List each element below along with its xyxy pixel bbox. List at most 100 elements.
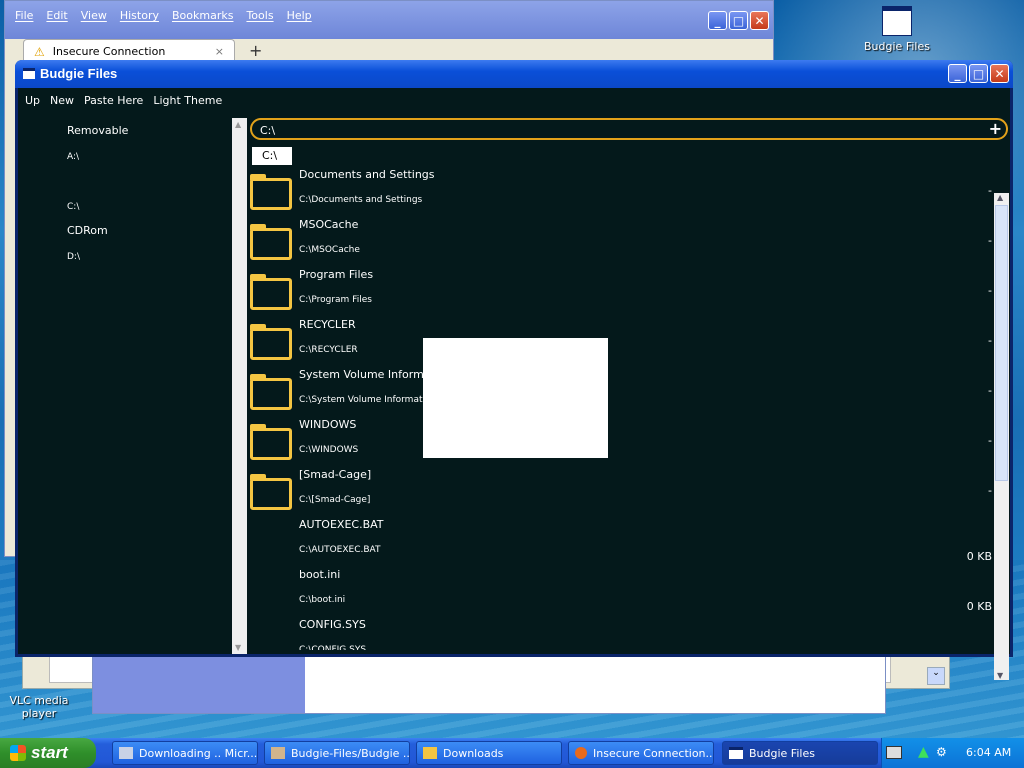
window-icon <box>271 747 285 759</box>
sidebar-item-removable[interactable]: Removable <box>67 124 128 137</box>
paste-here-button[interactable]: Paste Here <box>84 94 143 107</box>
taskbar-item-downloading[interactable]: Downloading .. Micr... <box>112 741 258 765</box>
system-tray: ▲ ⚙ 6:04 AM <box>881 738 1024 768</box>
file-path: C:\boot.ini <box>299 595 346 605</box>
file-row[interactable]: boot.ini C:\boot.ini 0 KB <box>250 568 992 618</box>
file-name: MSOCache <box>299 218 359 231</box>
scroll-down-icon[interactable]: ▼ <box>235 643 241 652</box>
maximize-button[interactable]: □ <box>969 64 988 83</box>
warning-icon: ⚠ <box>34 44 45 59</box>
sidebar-scrollbar[interactable]: ▲ ▼ <box>232 118 247 654</box>
browser-close-button[interactable]: ✕ <box>750 11 769 30</box>
sidebar-item-path[interactable]: A:\ <box>67 152 79 162</box>
file-size: - <box>988 284 992 297</box>
file-row[interactable]: WINDOWS C:\WINDOWS - <box>250 418 992 468</box>
download-icon <box>119 747 133 759</box>
file-path: C:\AUTOEXEC.BAT <box>299 545 381 555</box>
file-name: Documents and Settings <box>299 168 435 181</box>
file-name: boot.ini <box>299 568 341 581</box>
tab-close-icon[interactable]: × <box>215 45 224 58</box>
browser-minimize-button[interactable]: _ <box>708 11 727 30</box>
scrollbar-thumb[interactable] <box>995 205 1008 481</box>
sidebar-item-path[interactable]: D:\ <box>67 252 80 262</box>
toolbar: Up New Paste Here Light Theme <box>18 88 1010 112</box>
network-icon[interactable]: ▲ <box>918 744 929 760</box>
path-bar: + <box>250 118 1008 140</box>
browser-tab-title: Insecure Connection <box>52 45 166 58</box>
folder-icon <box>250 474 292 510</box>
menu-help[interactable]: Help <box>287 9 312 22</box>
file-path: C:\MSOCache <box>299 245 360 255</box>
taskbar-item-budgie-files-repo[interactable]: Budgie-Files/Budgie ... <box>264 741 410 765</box>
taskbar-item-label: Insecure Connection... <box>593 746 714 760</box>
volume-icon[interactable]: ⚙ <box>936 745 947 759</box>
taskbar: start Downloading .. Micr... Budgie-File… <box>0 738 1024 768</box>
folder-icon <box>250 274 292 310</box>
file-path: C:\System Volume Information <box>299 395 437 405</box>
file-row[interactable]: MSOCache C:\MSOCache - <box>250 218 992 268</box>
light-theme-button[interactable]: Light Theme <box>153 94 222 107</box>
file-row[interactable]: CONFIG.SYSC:\CONFIG.SYS0 KB <box>250 618 992 650</box>
scroll-down-icon[interactable]: ⌄ <box>927 667 945 685</box>
file-name: CONFIG.SYS <box>299 618 366 631</box>
file-row[interactable]: AUTOEXEC.BAT C:\AUTOEXEC.BAT 0 KB <box>250 518 992 568</box>
desktop-icon-vlc[interactable]: VLC media player <box>6 694 72 720</box>
start-label: start <box>31 743 68 762</box>
file-size: 0 KB <box>966 600 992 613</box>
menu-edit[interactable]: Edit <box>46 9 67 22</box>
file-row[interactable]: System Volume Information C:\System Volum… <box>250 368 992 418</box>
menu-history[interactable]: History <box>120 9 159 22</box>
taskbar-item-label: Budgie-Files/Budgie ... <box>291 746 410 760</box>
browser-window-controls: _ □ ✕ <box>708 11 769 30</box>
start-button[interactable]: start <box>0 738 96 768</box>
sidebar-item-path[interactable]: C:\ <box>67 202 79 212</box>
file-row[interactable]: [Smad-Cage] C:\[Smad-Cage] - <box>250 468 992 518</box>
desktop-icon-label: VLC media player <box>9 694 69 720</box>
file-size: - <box>988 384 992 397</box>
file-path: C:\CONFIG.SYS <box>299 645 367 650</box>
scroll-up-icon[interactable]: ▲ <box>997 193 1003 202</box>
new-button[interactable]: New <box>50 94 74 107</box>
folder-icon <box>250 324 292 360</box>
menu-tools[interactable]: Tools <box>246 9 273 22</box>
menu-bookmarks[interactable]: Bookmarks <box>172 9 233 22</box>
taskbar-item-budgie-files[interactable]: Budgie Files <box>722 741 878 765</box>
close-button[interactable]: ✕ <box>990 64 1009 83</box>
sidebar-item-cdrom[interactable]: CDRom <box>67 224 108 237</box>
scroll-up-icon[interactable]: ▲ <box>235 120 241 129</box>
minimize-button[interactable]: _ <box>948 64 967 83</box>
taskbar-item-downloads[interactable]: Downloads <box>416 741 562 765</box>
clock[interactable]: 6:04 AM <box>966 746 1011 759</box>
file-list-scrollbar[interactable]: ▲ ▼ <box>994 193 1009 680</box>
scroll-down-icon[interactable]: ▼ <box>997 671 1003 680</box>
file-size: - <box>988 184 992 197</box>
folder-icon <box>250 374 292 410</box>
file-name: [Smad-Cage] <box>299 468 372 481</box>
window-icon <box>729 747 743 759</box>
file-path: C:\Program Files <box>299 295 372 305</box>
keyboard-icon[interactable] <box>886 746 902 759</box>
desktop-icon-budgie-files[interactable]: Budgie Files <box>862 6 932 53</box>
file-list: Documents and Settings C:\Documents and S… <box>250 168 992 650</box>
up-button[interactable]: Up <box>25 94 40 107</box>
menu-view[interactable]: View <box>81 9 107 22</box>
menu-file[interactable]: File <box>15 9 33 22</box>
file-name: WINDOWS <box>299 418 357 431</box>
file-row[interactable]: Documents and Settings C:\Documents and S… <box>250 168 992 218</box>
taskbar-item-insecure-connection[interactable]: Insecure Connection... <box>568 741 714 765</box>
folder-icon <box>423 747 437 759</box>
file-size: - <box>988 234 992 247</box>
path-input[interactable] <box>258 121 962 139</box>
file-path: C:\WINDOWS <box>299 445 359 455</box>
breadcrumb[interactable]: C:\ <box>252 147 292 165</box>
file-row[interactable]: Program Files C:\Program Files - <box>250 268 992 318</box>
add-icon[interactable]: + <box>989 120 1002 138</box>
folder-icon <box>250 174 292 210</box>
browser-menubar: File Edit View History Bookmarks Tools H… <box>15 9 325 22</box>
browser-maximize-button[interactable]: □ <box>729 11 748 30</box>
blank-overlay <box>423 338 608 458</box>
file-name: RECYCLER <box>299 318 356 331</box>
new-tab-button[interactable]: + <box>249 41 262 60</box>
file-row[interactable]: RECYCLER C:\RECYCLER - <box>250 318 992 368</box>
window-titlebar[interactable]: Budgie Files _ □ ✕ <box>15 60 1013 88</box>
